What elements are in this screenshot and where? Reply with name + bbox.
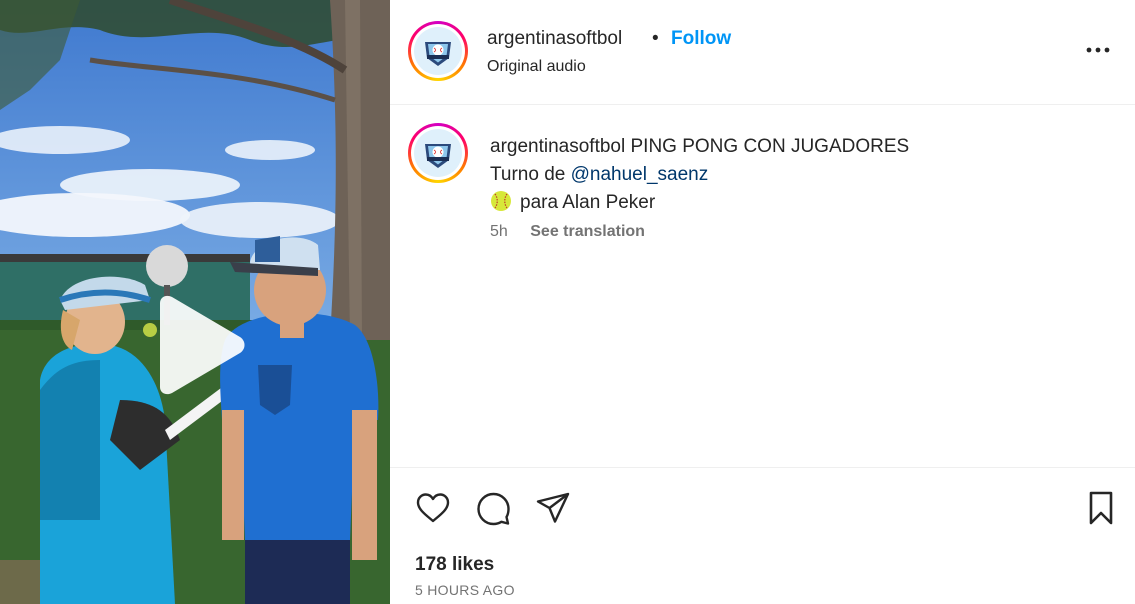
caption-avatar[interactable] bbox=[408, 123, 468, 183]
send-icon bbox=[536, 492, 570, 523]
likes-count[interactable]: 178 likes bbox=[415, 554, 494, 576]
save-button[interactable] bbox=[1083, 490, 1119, 526]
separator-dot: • bbox=[652, 28, 659, 49]
video-player[interactable] bbox=[0, 0, 390, 604]
caption-line2-prefix: Turno de bbox=[490, 164, 571, 185]
play-button[interactable] bbox=[150, 295, 250, 395]
comment-button[interactable] bbox=[475, 490, 511, 526]
post-panel: argentinasoftbol • Follow Original audio bbox=[390, 0, 1135, 604]
post-header: argentinasoftbol • Follow Original audio bbox=[390, 0, 1135, 105]
like-button[interactable] bbox=[415, 490, 451, 526]
caption-line1: PING PONG CON JUGADORES bbox=[630, 136, 910, 157]
softball-crest-icon bbox=[425, 42, 451, 66]
more-horizontal-icon bbox=[1086, 47, 1110, 53]
caption-line3: para Alan Peker bbox=[520, 192, 656, 213]
actions-bar: 178 likes 5 HOURS AGO bbox=[390, 467, 1135, 604]
play-icon bbox=[160, 295, 245, 395]
comment-icon bbox=[477, 492, 510, 526]
post-age[interactable]: 5h bbox=[490, 223, 508, 240]
softball-emoji-icon bbox=[491, 191, 511, 211]
follow-button[interactable]: Follow bbox=[671, 28, 731, 50]
audio-link[interactable]: Original audio bbox=[487, 58, 586, 76]
see-translation-button[interactable]: See translation bbox=[530, 223, 645, 240]
softball-crest-icon bbox=[425, 144, 451, 168]
caption-meta: 5h See translation bbox=[490, 223, 645, 241]
share-button[interactable] bbox=[535, 490, 571, 526]
caption-username[interactable]: argentinasoftbol bbox=[490, 136, 625, 157]
mention-link[interactable]: @nahuel_saenz bbox=[571, 164, 709, 185]
more-options-button[interactable] bbox=[1084, 36, 1112, 64]
caption-text: argentinasoftbol PING PONG CON JUGADORES… bbox=[490, 133, 1110, 217]
post-username[interactable]: argentinasoftbol bbox=[487, 28, 622, 50]
heart-icon bbox=[416, 493, 450, 523]
avatar[interactable] bbox=[408, 21, 468, 81]
bookmark-icon bbox=[1089, 491, 1113, 525]
post-timestamp[interactable]: 5 HOURS AGO bbox=[415, 582, 515, 598]
